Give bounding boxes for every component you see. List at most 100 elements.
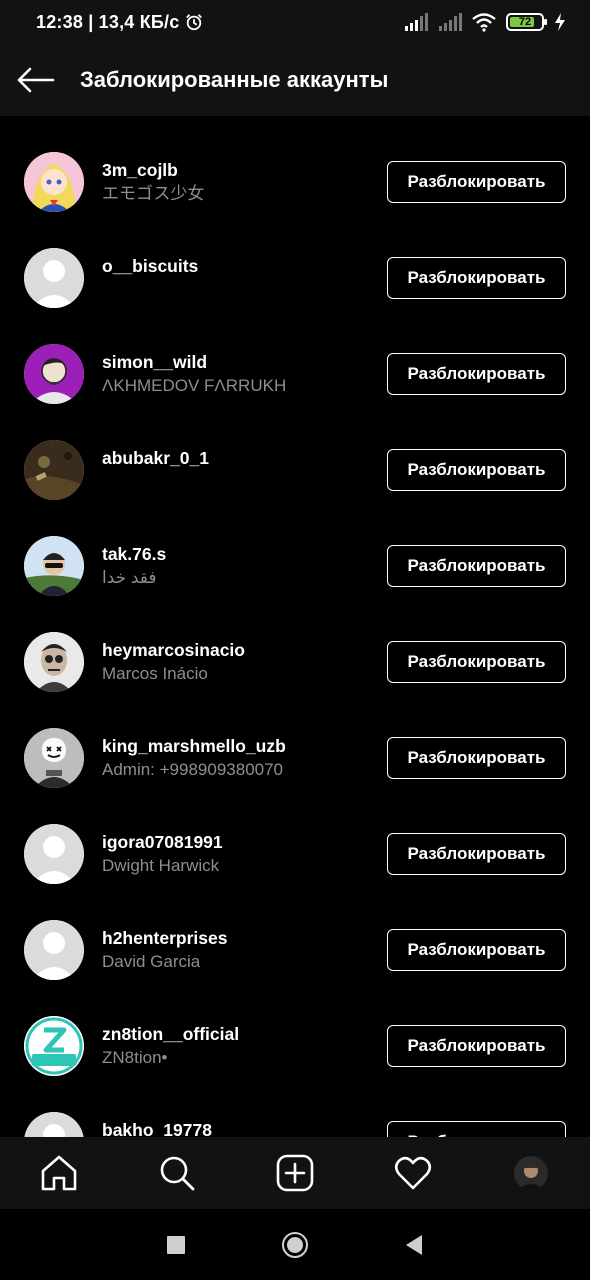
avatar[interactable] <box>24 152 84 212</box>
unblock-button[interactable]: Разблокировать <box>387 257 566 299</box>
account-row[interactable]: bakho_19778 Разблокировать <box>0 1094 590 1137</box>
page-title: Заблокированные аккаунты <box>80 67 389 92</box>
username[interactable]: simon__wild <box>102 350 286 374</box>
avatar-image <box>24 536 84 596</box>
status-bar: 12:38 | 13,4 КБ/с 72 <box>0 0 590 44</box>
username[interactable]: tak.76.s <box>102 542 166 566</box>
avatar[interactable] <box>24 920 84 980</box>
unblock-button[interactable]: Разблокировать <box>387 833 566 875</box>
unblock-button[interactable]: Разблокировать <box>387 545 566 587</box>
account-names: abubakr_0_1 <box>102 446 209 470</box>
full-name: ZN8tion• <box>102 1048 168 1067</box>
full-name: Admin: +998909380070 <box>102 760 284 779</box>
username[interactable]: igora07081991 <box>102 830 223 854</box>
back-triangle-icon[interactable] <box>404 1234 424 1256</box>
signal-2-icon <box>439 13 462 31</box>
battery-icon: 72 <box>506 13 547 31</box>
search-icon <box>160 1156 195 1191</box>
unblock-button[interactable]: Разблокировать <box>387 161 566 203</box>
avatar[interactable] <box>24 440 84 500</box>
full-name: Dwight Harwick <box>102 856 220 875</box>
account-row[interactable]: abubakr_0_1 Разблокировать <box>0 422 590 518</box>
full-name: David Garcia <box>102 952 201 971</box>
username[interactable]: king_marshmello_uzb <box>102 734 286 758</box>
default-avatar-icon <box>24 824 84 884</box>
account-row[interactable]: h2henterprises David Garcia Разблокирова… <box>0 902 590 998</box>
account-names: king_marshmello_uzb Admin: +998909380070 <box>102 734 286 782</box>
profile-avatar <box>514 1156 548 1190</box>
account-names: igora07081991 Dwight Harwick <box>102 830 223 878</box>
battery-text: 72 <box>518 16 532 28</box>
tab-activity[interactable] <box>383 1143 443 1203</box>
status-time: 12:38 | 13,4 КБ/с <box>36 11 180 32</box>
tab-profile[interactable] <box>501 1143 561 1203</box>
avatar[interactable] <box>24 1112 84 1137</box>
avatar[interactable] <box>24 344 84 404</box>
username[interactable]: 3m_cojlb <box>102 158 204 182</box>
account-row[interactable]: zn8tion__official ZN8tion• Разблокироват… <box>0 998 590 1094</box>
account-names: tak.76.s فقد خدا <box>102 542 166 590</box>
avatar[interactable] <box>24 248 84 308</box>
unblock-button[interactable]: Разблокировать <box>387 449 566 491</box>
username[interactable]: zn8tion__official <box>102 1022 239 1046</box>
avatar-image <box>24 1016 84 1076</box>
account-row[interactable]: igora07081991 Dwight Harwick Разблокиров… <box>0 806 590 902</box>
status-left: 12:38 | 13,4 КБ/с <box>36 12 203 33</box>
heart-icon <box>394 1156 432 1190</box>
bottom-tab-bar <box>0 1137 590 1209</box>
home-circle-icon[interactable] <box>281 1231 309 1259</box>
account-row[interactable]: heymarcosinacio Marcos Inácio Разблокиро… <box>0 614 590 710</box>
account-names: bakho_19778 <box>102 1118 212 1137</box>
avatar-image <box>24 152 84 212</box>
back-button[interactable] <box>0 44 80 116</box>
recents-icon[interactable] <box>166 1235 186 1255</box>
avatar-image <box>24 344 84 404</box>
home-icon <box>41 1155 77 1191</box>
avatar[interactable] <box>24 824 84 884</box>
full-name: فقد خدا <box>102 568 157 587</box>
account-row[interactable]: king_marshmello_uzb Admin: +998909380070… <box>0 710 590 806</box>
full-name: エモゴス少女 <box>102 184 205 203</box>
account-row[interactable]: tak.76.s فقد خدا Разблокировать <box>0 518 590 614</box>
account-names: 3m_cojlb エモゴス少女 <box>102 158 204 206</box>
account-row[interactable]: o__biscuits Разблокировать <box>0 230 590 326</box>
unblock-button[interactable]: Разблокировать <box>387 1025 566 1067</box>
unblock-button[interactable]: Разблокировать <box>387 737 566 779</box>
account-row[interactable]: 3m_cojlb エモゴス少女 Разблокировать <box>0 134 590 230</box>
unblock-button[interactable]: Разблокировать <box>387 353 566 395</box>
wifi-icon <box>472 13 496 32</box>
tab-home[interactable] <box>29 1143 89 1203</box>
account-names: zn8tion__official ZN8tion• <box>102 1022 239 1070</box>
unblock-button[interactable]: Разблокировать <box>387 1121 566 1137</box>
account-row[interactable]: simon__wild ΛKHMEDOV FΛRRUKH Разблокиров… <box>0 326 590 422</box>
avatar[interactable] <box>24 1016 84 1076</box>
avatar-image <box>24 728 84 788</box>
account-names: h2henterprises David Garcia <box>102 926 227 974</box>
username[interactable]: abubakr_0_1 <box>102 446 209 470</box>
default-avatar-icon <box>24 1112 84 1137</box>
username[interactable]: h2henterprises <box>102 926 227 950</box>
back-arrow-icon <box>17 67 55 93</box>
full-name: Marcos Inácio <box>102 664 208 683</box>
account-names: simon__wild ΛKHMEDOV FΛRRUKH <box>102 350 286 398</box>
account-names: o__biscuits <box>102 254 198 278</box>
tab-search[interactable] <box>147 1143 207 1203</box>
tab-new-post[interactable] <box>265 1143 325 1203</box>
username[interactable]: o__biscuits <box>102 254 198 278</box>
unblock-button[interactable]: Разблокировать <box>387 641 566 683</box>
unblock-button[interactable]: Разблокировать <box>387 929 566 971</box>
signal-icon <box>405 13 428 31</box>
username[interactable]: heymarcosinacio <box>102 638 245 662</box>
add-post-icon <box>276 1154 314 1192</box>
avatar[interactable] <box>24 728 84 788</box>
app-bar: Заблокированные аккаунты <box>0 44 590 116</box>
blocked-accounts-list[interactable]: 3m_cojlb エモゴス少女 Разблокировать o__biscui… <box>0 134 590 1137</box>
system-nav-bar <box>0 1209 590 1280</box>
avatar-image <box>24 440 84 500</box>
avatar[interactable] <box>24 536 84 596</box>
status-right: 72 <box>404 12 566 32</box>
username[interactable]: bakho_19778 <box>102 1118 212 1137</box>
avatar[interactable] <box>24 632 84 692</box>
account-names: heymarcosinacio Marcos Inácio <box>102 638 245 686</box>
full-name: ΛKHMEDOV FΛRRUKH <box>102 376 287 395</box>
